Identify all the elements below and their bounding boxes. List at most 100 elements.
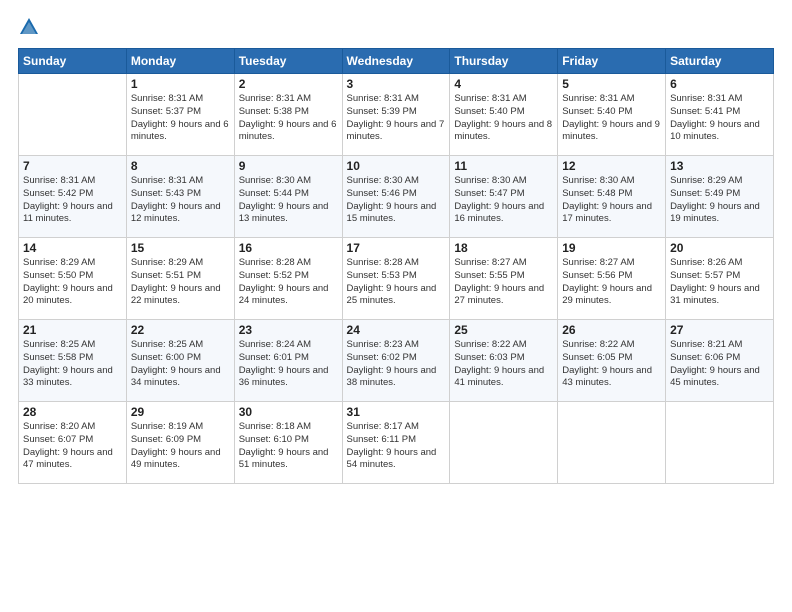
day-number: 26 (562, 323, 661, 337)
day-info: Sunrise: 8:25 AMSunset: 6:00 PMDaylight:… (131, 339, 230, 390)
day-cell: 8 Sunrise: 8:31 AMSunset: 5:43 PMDaylight… (126, 156, 234, 238)
day-number: 16 (239, 241, 338, 255)
day-cell: 19Sunrise: 8:27 AMSunset: 5:56 PMDayligh… (558, 238, 666, 320)
day-cell: 18 Sunrise: 8:27 AMSunset: 5:55 PMDayligh… (450, 238, 558, 320)
day-cell: 31 Sunrise: 8:17 AMSunset: 6:11 PMDayligh… (342, 402, 450, 484)
day-info: Sunrise: 8:28 AMSunset: 5:53 PMDaylight:… (347, 257, 446, 308)
day-info: Sunrise: 8:29 AMSunset: 5:51 PMDaylight:… (131, 257, 230, 308)
weekday-header-friday: Friday (558, 49, 666, 74)
day-cell: 16Sunrise: 8:28 AMSunset: 5:52 PMDayligh… (234, 238, 342, 320)
day-number: 7 (23, 159, 122, 173)
day-info: Sunrise: 8:22 AMSunset: 6:03 PMDaylight:… (454, 339, 553, 390)
day-cell: 23Sunrise: 8:24 AMSunset: 6:01 PMDayligh… (234, 320, 342, 402)
day-number: 8 (131, 159, 230, 173)
day-cell: 26 Sunrise: 8:22 AMSunset: 6:05 PMDayligh… (558, 320, 666, 402)
day-info: Sunrise: 8:30 AMSunset: 5:46 PMDaylight:… (347, 175, 446, 226)
weekday-header-monday: Monday (126, 49, 234, 74)
logo-icon (18, 16, 40, 38)
day-info: Sunrise: 8:18 AMSunset: 6:10 PMDaylight:… (239, 421, 338, 472)
day-number: 12 (562, 159, 661, 173)
day-info: Sunrise: 8:31 AMSunset: 5:39 PMDaylight:… (347, 93, 446, 144)
day-cell: 24 Sunrise: 8:23 AMSunset: 6:02 PMDayligh… (342, 320, 450, 402)
day-number: 20 (670, 241, 769, 255)
day-info: Sunrise: 8:25 AMSunset: 5:58 PMDaylight:… (23, 339, 122, 390)
day-number: 24 (347, 323, 446, 337)
day-info: Sunrise: 8:27 AMSunset: 5:55 PMDaylight:… (454, 257, 553, 308)
day-cell: 30Sunrise: 8:18 AMSunset: 6:10 PMDayligh… (234, 402, 342, 484)
day-info: Sunrise: 8:19 AMSunset: 6:09 PMDaylight:… (131, 421, 230, 472)
day-cell: 14 Sunrise: 8:29 AMSunset: 5:50 PMDayligh… (19, 238, 127, 320)
weekday-header-sunday: Sunday (19, 49, 127, 74)
day-number: 11 (454, 159, 553, 173)
day-cell: 7 Sunrise: 8:31 AMSunset: 5:42 PMDaylight… (19, 156, 127, 238)
day-cell: 9 Sunrise: 8:30 AMSunset: 5:44 PMDaylight… (234, 156, 342, 238)
day-number: 4 (454, 77, 553, 91)
day-number: 2 (239, 77, 338, 91)
day-info: Sunrise: 8:31 AMSunset: 5:40 PMDaylight:… (454, 93, 553, 144)
day-info: Sunrise: 8:31 AMSunset: 5:38 PMDaylight:… (239, 93, 338, 144)
day-info: Sunrise: 8:30 AMSunset: 5:48 PMDaylight:… (562, 175, 661, 226)
week-row-4: 28 Sunrise: 8:20 AMSunset: 6:07 PMDayligh… (19, 402, 774, 484)
day-info: Sunrise: 8:27 AMSunset: 5:56 PMDaylight:… (562, 257, 661, 308)
weekday-header-tuesday: Tuesday (234, 49, 342, 74)
day-info: Sunrise: 8:29 AMSunset: 5:50 PMDaylight:… (23, 257, 122, 308)
day-info: Sunrise: 8:20 AMSunset: 6:07 PMDaylight:… (23, 421, 122, 472)
week-row-0: 1Sunrise: 8:31 AMSunset: 5:37 PMDaylight… (19, 74, 774, 156)
weekday-header-wednesday: Wednesday (342, 49, 450, 74)
day-cell (558, 402, 666, 484)
day-number: 10 (347, 159, 446, 173)
day-info: Sunrise: 8:31 AMSunset: 5:42 PMDaylight:… (23, 175, 122, 226)
day-number: 17 (347, 241, 446, 255)
day-info: Sunrise: 8:31 AMSunset: 5:41 PMDaylight:… (670, 93, 769, 144)
day-cell: 10 Sunrise: 8:30 AMSunset: 5:46 PMDayligh… (342, 156, 450, 238)
day-cell: 2 Sunrise: 8:31 AMSunset: 5:38 PMDaylight… (234, 74, 342, 156)
day-info: Sunrise: 8:30 AMSunset: 5:44 PMDaylight:… (239, 175, 338, 226)
day-number: 21 (23, 323, 122, 337)
day-info: Sunrise: 8:31 AMSunset: 5:43 PMDaylight:… (131, 175, 230, 226)
day-cell: 25Sunrise: 8:22 AMSunset: 6:03 PMDayligh… (450, 320, 558, 402)
day-cell: 17 Sunrise: 8:28 AMSunset: 5:53 PMDayligh… (342, 238, 450, 320)
header (18, 16, 774, 38)
day-number: 3 (347, 77, 446, 91)
day-number: 27 (670, 323, 769, 337)
weekday-header-row: SundayMondayTuesdayWednesdayThursdayFrid… (19, 49, 774, 74)
day-number: 28 (23, 405, 122, 419)
day-cell (450, 402, 558, 484)
day-cell: 29 Sunrise: 8:19 AMSunset: 6:09 PMDayligh… (126, 402, 234, 484)
day-cell: 6 Sunrise: 8:31 AMSunset: 5:41 PMDaylight… (666, 74, 774, 156)
day-info: Sunrise: 8:17 AMSunset: 6:11 PMDaylight:… (347, 421, 446, 472)
day-number: 13 (670, 159, 769, 173)
logo (18, 16, 44, 38)
day-info: Sunrise: 8:30 AMSunset: 5:47 PMDaylight:… (454, 175, 553, 226)
day-number: 22 (131, 323, 230, 337)
day-number: 29 (131, 405, 230, 419)
week-row-3: 21 Sunrise: 8:25 AMSunset: 5:58 PMDayligh… (19, 320, 774, 402)
day-cell: 11 Sunrise: 8:30 AMSunset: 5:47 PMDayligh… (450, 156, 558, 238)
day-number: 31 (347, 405, 446, 419)
day-cell: 5Sunrise: 8:31 AMSunset: 5:40 PMDaylight… (558, 74, 666, 156)
day-info: Sunrise: 8:31 AMSunset: 5:40 PMDaylight:… (562, 93, 661, 144)
day-number: 6 (670, 77, 769, 91)
day-info: Sunrise: 8:23 AMSunset: 6:02 PMDaylight:… (347, 339, 446, 390)
day-cell: 4 Sunrise: 8:31 AMSunset: 5:40 PMDaylight… (450, 74, 558, 156)
day-info: Sunrise: 8:31 AMSunset: 5:37 PMDaylight:… (131, 93, 230, 144)
day-info: Sunrise: 8:24 AMSunset: 6:01 PMDaylight:… (239, 339, 338, 390)
day-cell: 20 Sunrise: 8:26 AMSunset: 5:57 PMDayligh… (666, 238, 774, 320)
day-info: Sunrise: 8:29 AMSunset: 5:49 PMDaylight:… (670, 175, 769, 226)
calendar-table: SundayMondayTuesdayWednesdayThursdayFrid… (18, 48, 774, 484)
day-cell: 12 Sunrise: 8:30 AMSunset: 5:48 PMDayligh… (558, 156, 666, 238)
day-number: 18 (454, 241, 553, 255)
week-row-1: 7 Sunrise: 8:31 AMSunset: 5:42 PMDaylight… (19, 156, 774, 238)
day-cell (666, 402, 774, 484)
day-cell: 1Sunrise: 8:31 AMSunset: 5:37 PMDaylight… (126, 74, 234, 156)
day-number: 14 (23, 241, 122, 255)
day-number: 9 (239, 159, 338, 173)
day-info: Sunrise: 8:21 AMSunset: 6:06 PMDaylight:… (670, 339, 769, 390)
week-row-2: 14 Sunrise: 8:29 AMSunset: 5:50 PMDayligh… (19, 238, 774, 320)
day-info: Sunrise: 8:22 AMSunset: 6:05 PMDaylight:… (562, 339, 661, 390)
day-number: 15 (131, 241, 230, 255)
day-cell: 28 Sunrise: 8:20 AMSunset: 6:07 PMDayligh… (19, 402, 127, 484)
page: SundayMondayTuesdayWednesdayThursdayFrid… (0, 0, 792, 612)
day-cell: 3 Sunrise: 8:31 AMSunset: 5:39 PMDaylight… (342, 74, 450, 156)
day-info: Sunrise: 8:26 AMSunset: 5:57 PMDaylight:… (670, 257, 769, 308)
